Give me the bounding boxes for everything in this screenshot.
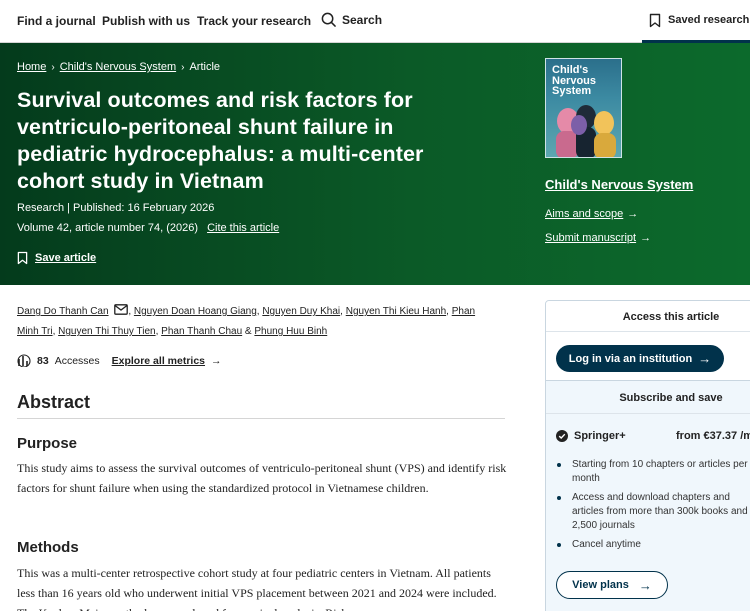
cite-article-link[interactable]: Cite this article [207,222,279,234]
methods-text: This was a multi-center retrospective co… [17,566,497,611]
subscribe-divider [546,413,750,414]
abstract-heading: Abstract [17,392,91,412]
author-separator: , [155,326,159,337]
author-link[interactable]: Phan Thanh Chau [161,326,242,337]
volume-text: Volume 42, article number 74, (2026) [17,222,198,234]
plan-name: Springer+ [574,430,626,442]
nav-search-button[interactable]: Search [321,12,382,27]
abstract-divider [17,418,505,419]
author-link[interactable]: Dang Do Thanh Can [17,306,109,317]
author-separator: , [256,306,260,317]
arrow-right-icon: → [640,232,652,244]
author-separator: , [128,306,132,317]
access-box: Access this article Log in via an instit… [546,301,750,381]
author-separator: , [52,326,56,337]
author-link[interactable]: Phung Huu Binh [254,326,327,337]
author-ampersand: & [242,326,255,337]
author-separator: , [446,306,449,317]
article-metrics: 83 Accesses Explore all metrics → [17,354,222,367]
submit-manuscript-link[interactable]: Submit manuscript → [545,232,651,244]
view-plans-button[interactable]: View plans → [556,571,668,599]
arrow-right-icon: → [627,208,639,220]
breadcrumb-separator: › [181,61,185,73]
nav-search-label: Search [342,12,383,27]
save-article-button[interactable]: Save article [17,251,96,265]
author-link[interactable]: Nguyen Thi Kieu Hanh [346,306,446,317]
view-plans-label: View plans [572,579,629,591]
author-link[interactable]: Nguyen Doan Hoang Giang [134,306,257,317]
journal-title-link[interactable]: Child's Nervous System [545,177,693,192]
article-volume: Volume 42, article number 74, (2026) Cit… [17,222,279,234]
nav-saved-research[interactable]: Saved research [642,0,750,43]
top-navigation: Find a journal Publish with us Track you… [0,0,750,43]
search-icon [321,12,336,27]
breadcrumb-home[interactable]: Home [17,61,46,73]
author-separator: , [340,306,343,317]
plan-feature-item: Cancel anytime [556,538,750,552]
metrics-icon [17,354,31,367]
plan-features: Starting from 10 chapters or articles pe… [556,458,750,557]
email-icon[interactable] [114,304,129,315]
breadcrumb: Home › Child's Nervous System › Article [17,61,220,73]
author-link[interactable]: Nguyen Thi Thuy Tien [58,326,155,337]
nav-track-research[interactable]: Track your research [197,14,311,28]
subscribe-heading: Subscribe and save [619,392,723,404]
aims-label: Aims and scope [545,208,624,220]
purpose-text: This study aims to assess the survival o… [17,461,507,495]
nav-find-journal[interactable]: Find a journal [17,14,96,28]
access-count: 83 [37,354,49,367]
arrow-right-icon: → [698,351,712,366]
check-circle-icon [556,430,568,442]
save-article-label: Save article [35,252,97,264]
breadcrumb-current: Article [189,61,221,73]
nav-publish-with-us[interactable]: Publish with us [102,14,190,28]
plan-feature-item: Access and download chapters and article… [556,491,750,533]
article-header: Home › Child's Nervous System › Article … [0,43,750,285]
arrow-right-icon: → [211,354,222,367]
explore-metrics-link[interactable]: Explore all metrics [112,355,205,367]
arrow-right-icon: → [638,577,652,593]
cover-illustration [556,105,616,157]
author-link[interactable]: Nguyen Duy Khai [262,306,340,317]
aims-and-scope-link[interactable]: Aims and scope → [545,208,638,220]
bookmark-icon [17,251,28,265]
submit-label: Submit manuscript [545,232,637,244]
author-list: Dang Do Thanh Can , Nguyen Doan Hoang Gi… [17,302,497,342]
article-type-date: Research | Published: 16 February 2026 [17,202,215,214]
breadcrumb-journal[interactable]: Child's Nervous System [60,61,176,73]
access-heading: Access this article [622,311,720,323]
access-sidebar: Access this article Log in via an instit… [545,300,750,611]
bookmark-icon [649,13,661,27]
plan-price: from €37.37 /month [676,430,750,442]
institution-login-button[interactable]: Log in via an institution → [556,345,724,372]
access-label: Accesses [54,354,100,367]
journal-cover-image[interactable]: Child's Nervous System [545,58,622,158]
methods-heading: Methods [17,539,79,556]
nav-saved-label: Saved research [668,14,750,26]
plan-feature-item: Starting from 10 chapters or articles pe… [556,458,750,486]
breadcrumb-separator: › [51,61,55,73]
article-title: Survival outcomes and risk factors for v… [17,88,424,193]
purpose-heading: Purpose [17,435,78,452]
springer-plus-plan: Springer+ [556,430,626,442]
login-label: Log in via an institution [568,352,693,365]
access-divider [546,331,750,332]
